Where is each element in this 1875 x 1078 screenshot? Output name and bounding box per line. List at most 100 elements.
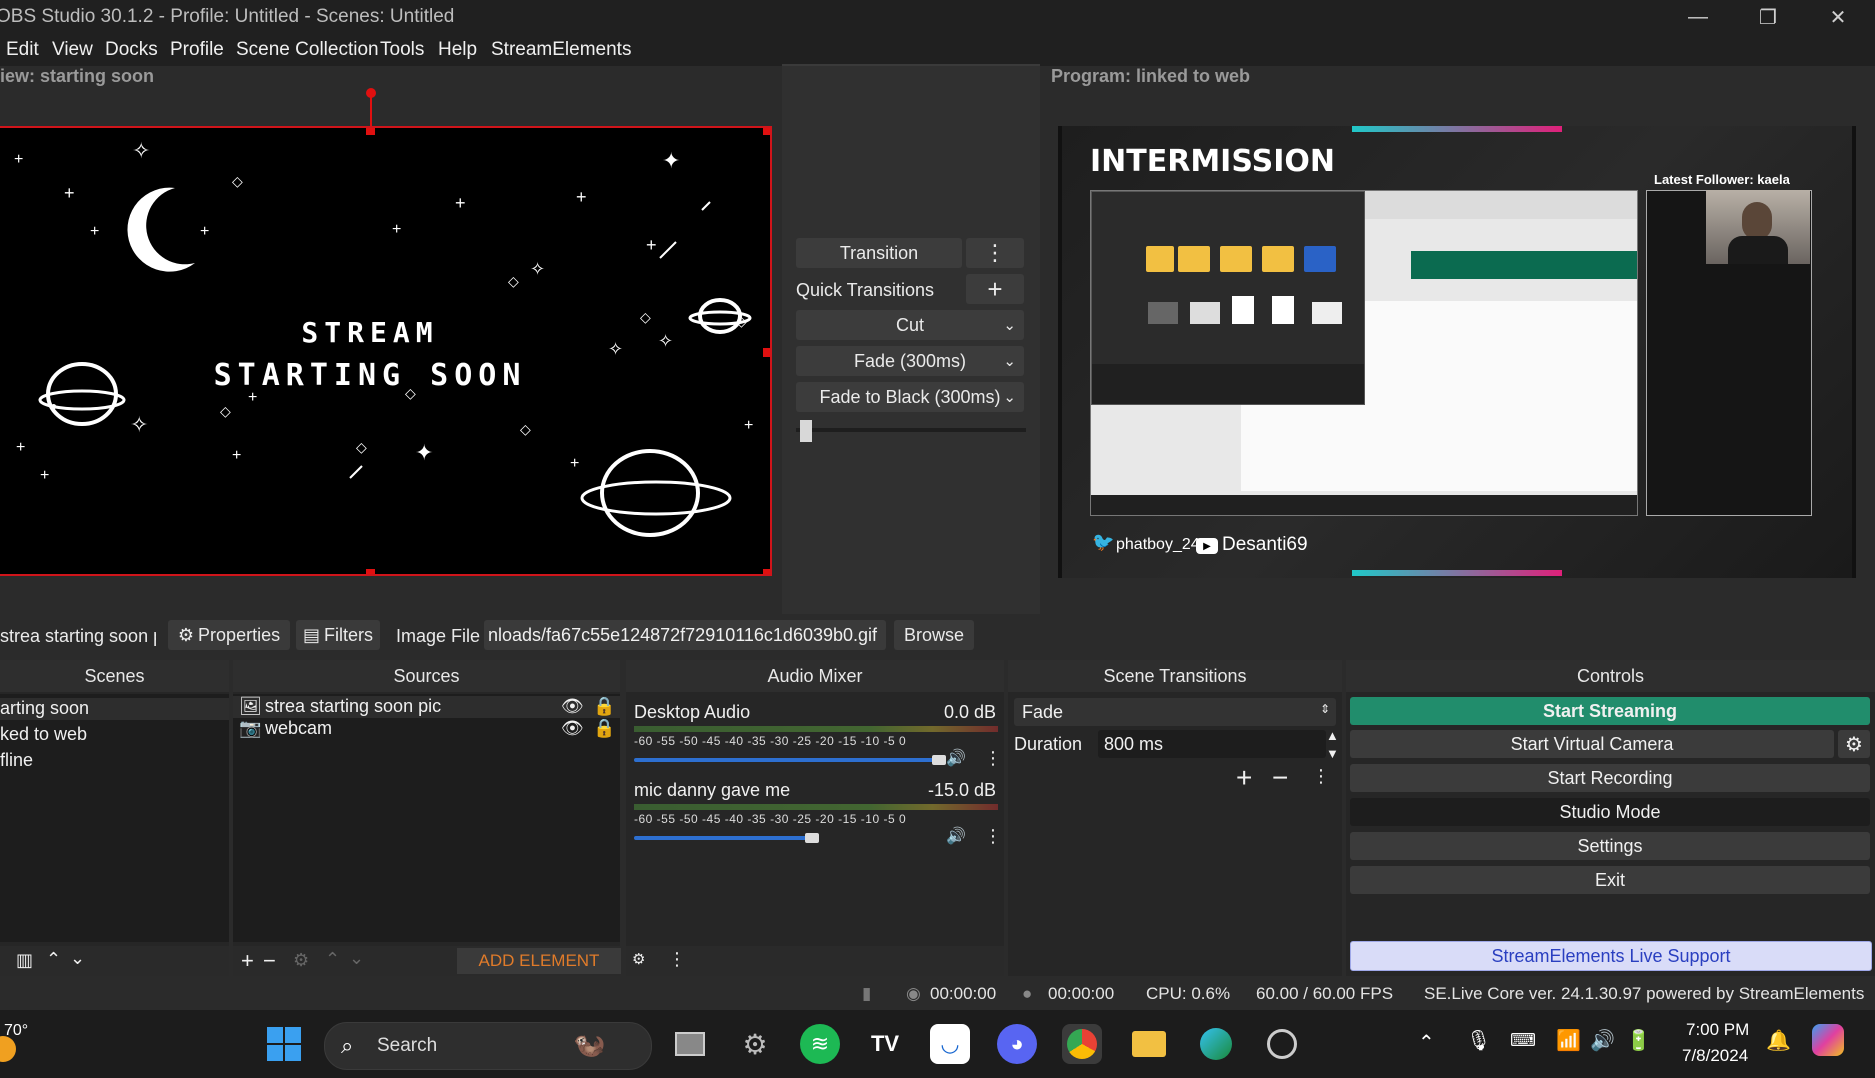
move-up-icon[interactable]: ⌃ [46,949,61,970]
resize-handle[interactable] [763,348,770,357]
menu-docks[interactable]: Docks [105,39,158,61]
fade-black-dropdown[interactable]: Fade to Black (300ms) ⌄ [796,382,1024,412]
clock-time[interactable]: 7:00 PM [1686,1020,1749,1040]
close-button[interactable]: ✕ [1808,0,1868,34]
source-properties-icon[interactable]: ⚙ [293,950,309,971]
move-down-icon[interactable]: ⌄ [70,948,85,969]
volume-slider-thumb[interactable] [931,755,946,765]
add-transition-icon[interactable]: + [1236,762,1252,794]
task-view-icon[interactable] [670,1024,710,1064]
weather-temp[interactable]: 70° [4,1022,28,1040]
properties-label: Properties [198,624,281,645]
preview-canvas[interactable]: STREAM STARTING SOON + ✧ + ◇ + + + + ✦ +… [0,126,772,576]
scene-item[interactable]: arting soon [0,698,229,720]
discord-icon[interactable]: ◕ [997,1024,1037,1064]
streamelements-support-button[interactable]: StreamElements Live Support [1350,941,1872,971]
filters-button[interactable]: ▤ Filters [296,620,380,650]
menu-tools[interactable]: Tools [380,39,424,61]
cut-dropdown[interactable]: Cut ⌄ [796,310,1024,340]
virtual-camera-settings-icon[interactable]: ⚙ [1838,730,1870,758]
show-hidden-icons[interactable]: ⌃ [1418,1030,1435,1055]
volume-slider[interactable] [634,758,946,762]
star-icon: + [576,187,587,207]
move-down-icon[interactable]: ⌄ [349,948,364,969]
scene-item[interactable]: ked to web [0,724,87,745]
windows-start-icon[interactable] [264,1024,304,1064]
transition-menu-icon[interactable]: ⋮ [1312,766,1330,787]
channel-menu-icon[interactable]: ⋮ [984,826,1002,847]
taskbar-search[interactable]: ⌕ Search 🦦 [324,1022,652,1070]
speaker-icon[interactable]: 🔊 [946,748,966,768]
duration-label: Duration [1014,734,1083,754]
tradingview-icon[interactable]: TV [865,1024,905,1064]
minimize-button[interactable]: — [1668,0,1728,34]
keyboard-icon[interactable]: ⌨ [1510,1030,1536,1051]
lock-icon[interactable]: 🔒 [593,718,615,739]
resize-handle[interactable] [366,128,375,135]
notification-bell-icon[interactable]: 🔔 [1766,1028,1791,1053]
advanced-audio-icon[interactable]: ⚙ [632,950,645,968]
browse-button[interactable]: Browse [894,620,974,650]
maximize-button[interactable]: ❐ [1738,0,1798,34]
lock-icon[interactable]: 🔒 [593,696,615,717]
speaker-icon[interactable]: 🔊 [946,826,966,846]
copilot-icon[interactable] [1812,1024,1844,1056]
remove-source-icon[interactable]: − [263,948,276,974]
spotify-icon[interactable]: ≋ [800,1024,840,1064]
volume-slider-thumb[interactable] [804,833,819,843]
volume-slider[interactable] [634,836,813,840]
menu-streamelements[interactable]: StreamElements [491,39,631,61]
scene-item[interactable]: fline [0,750,33,771]
channel-menu-icon[interactable]: ⋮ [984,748,1002,769]
resize-handle[interactable] [366,569,375,574]
settings-button[interactable]: Settings [1350,832,1870,860]
battery-icon[interactable]: 🔋 [1626,1028,1651,1053]
add-source-icon[interactable]: + [241,948,254,974]
t-bar-slider[interactable] [800,420,812,442]
spin-down-icon[interactable]: ▼ [1326,746,1339,761]
star-icon: ◇ [220,403,231,419]
obs-icon[interactable] [1262,1024,1302,1064]
clock-date[interactable]: 7/8/2024 [1682,1046,1748,1066]
microphone-icon[interactable]: 🎙 [1466,1028,1491,1053]
transition-button[interactable]: Transition [796,238,962,268]
menu-scene-collection[interactable]: Scene Collection [236,39,379,61]
source-item[interactable]: 📷 webcam 👁 🔒 [233,718,620,740]
start-virtual-camera-button[interactable]: Start Virtual Camera [1350,730,1834,758]
scene-filter-icon[interactable]: ▥ [16,950,33,971]
visibility-icon[interactable]: 👁 [561,718,584,739]
remove-transition-icon[interactable]: − [1272,762,1288,794]
menu-help[interactable]: Help [438,39,477,61]
volume-icon[interactable]: 🔊 [1590,1028,1615,1053]
mail-app-icon[interactable]: ◡ [930,1024,970,1064]
menu-view[interactable]: View [52,39,93,61]
exit-button[interactable]: Exit [1350,866,1870,894]
edge-icon[interactable] [1196,1024,1236,1064]
duration-spinbox[interactable]: 800 ms [1098,730,1326,758]
transition-options-button[interactable]: ⋮ [966,238,1024,268]
source-item[interactable]: 🖼 strea starting soon pic 👁 🔒 [233,696,620,718]
menu-profile[interactable]: Profile [170,39,224,61]
image-path-field[interactable]: nloads/fa67c55e124872f72910116c1d6039b0.… [484,620,886,650]
file-explorer-icon[interactable] [1129,1024,1169,1064]
add-element-button[interactable]: ADD ELEMENT [457,948,621,974]
studio-mode-button[interactable]: Studio Mode [1350,798,1870,826]
fade-dropdown[interactable]: Fade (300ms) ⌄ [796,346,1024,376]
menu-edit[interactable]: Edit [6,39,39,61]
add-quick-transition-button[interactable]: + [966,274,1024,304]
start-recording-button[interactable]: Start Recording [1350,764,1870,792]
chrome-icon[interactable] [1062,1024,1102,1064]
wifi-icon[interactable]: 📶 [1556,1028,1581,1053]
spin-up-icon[interactable]: ▲ [1326,728,1339,743]
move-up-icon[interactable]: ⌃ [325,949,340,970]
twitter-handle: phatboy_24 [1116,536,1200,553]
visibility-icon[interactable]: 👁 [561,696,584,717]
properties-button[interactable]: ⚙ Properties [168,620,290,650]
settings-app-icon[interactable]: ⚙ [735,1024,775,1064]
star-icon: ✧ [132,138,151,163]
mixer-menu-icon[interactable]: ⋮ [668,949,686,970]
transition-select[interactable]: Fade ⇕ [1014,698,1336,726]
resize-handle[interactable] [763,569,770,574]
start-streaming-button[interactable]: Start Streaming [1350,697,1870,725]
resize-handle[interactable] [763,128,770,135]
